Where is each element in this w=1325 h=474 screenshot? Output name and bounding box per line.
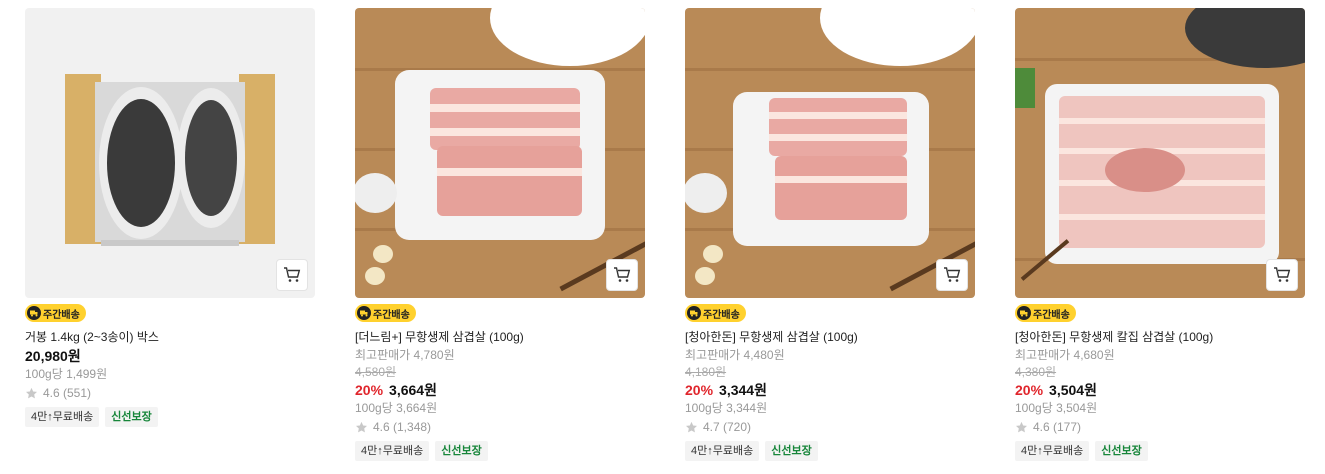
star-icon (26, 387, 37, 398)
weekly-delivery-badge: 주간배송 (685, 304, 746, 322)
product-name[interactable]: 거봉 1.4kg (2~3송이) 박스 (25, 329, 315, 345)
discount-rate: 20% (355, 382, 384, 398)
badge-label: 주간배송 (1033, 309, 1070, 321)
cart-icon (1274, 267, 1291, 282)
highest-price: 최고판매가 4,680원 (1015, 348, 1115, 362)
product-name[interactable]: [청아한돈] 무항생제 삼겹살 (100g) (685, 329, 975, 345)
unit-price: 100g당 3,504원 (1015, 401, 1098, 415)
product-image[interactable] (685, 8, 975, 298)
add-to-cart-button[interactable] (1266, 259, 1298, 291)
free-shipping-tag: 4만↑무료배송 (685, 441, 760, 461)
sale-price: 3,504원 (1049, 382, 1097, 398)
original-price: 4,380원 (1015, 365, 1057, 379)
fresh-guarantee-tag: 신선보장 (105, 407, 158, 427)
weekly-delivery-badge: 주간배송 (1015, 304, 1076, 322)
rating: 4.6 (1,348) (355, 418, 645, 436)
product-card[interactable]: 주간배송 [더느림+] 무항생제 삼겹살 (100g) 최고판매가 4,780원… (355, 8, 645, 461)
truck-icon (687, 306, 701, 320)
rating-value: 4.7 (720) (703, 420, 752, 434)
original-price: 4,580원 (355, 365, 397, 379)
free-shipping-tag: 4만↑무료배송 (25, 407, 100, 427)
scored-pork-belly-image (1015, 8, 1305, 298)
discount-rate: 20% (1015, 382, 1044, 398)
badge-label: 주간배송 (373, 309, 410, 321)
product-card[interactable]: 주간배송 [청아한돈] 무항생제 삼겹살 (100g) 최고판매가 4,480원… (685, 8, 975, 461)
product-name[interactable]: [더느림+] 무항생제 삼겹살 (100g) (355, 329, 645, 345)
weekly-delivery-badge: 주간배송 (355, 304, 416, 322)
product-image[interactable] (355, 8, 645, 298)
fresh-guarantee-tag: 신선보장 (435, 441, 488, 461)
highest-price: 최고판매가 4,780원 (355, 348, 455, 362)
add-to-cart-button[interactable] (276, 259, 308, 291)
product-grid: 주간배송 거봉 1.4kg (2~3송이) 박스 20,980원 100g당 1… (25, 8, 1315, 468)
star-icon (1016, 421, 1027, 432)
truck-icon (1017, 306, 1031, 320)
badge-label: 주간배송 (703, 309, 740, 321)
fresh-guarantee-tag: 신선보장 (765, 441, 818, 461)
star-icon (686, 421, 697, 432)
cart-icon (944, 267, 961, 282)
product-card[interactable]: 주간배송 거봉 1.4kg (2~3송이) 박스 20,980원 100g당 1… (25, 8, 315, 427)
product-image[interactable] (1015, 8, 1305, 298)
sale-price: 3,344원 (719, 382, 767, 398)
rating: 4.6 (177) (1015, 418, 1305, 436)
fresh-guarantee-tag: 신선보장 (1095, 441, 1148, 461)
pork-belly-image (685, 8, 975, 298)
product-card[interactable]: 주간배송 [청아한돈] 무항생제 칼집 삼겹살 (100g) 최고판매가 4,6… (1015, 8, 1305, 461)
rating: 4.7 (720) (685, 418, 975, 436)
product-image[interactable] (25, 8, 315, 298)
discount-rate: 20% (685, 382, 714, 398)
original-price: 4,180원 (685, 365, 727, 379)
badge-label: 주간배송 (43, 309, 80, 321)
add-to-cart-button[interactable] (936, 259, 968, 291)
product-name[interactable]: [청아한돈] 무항생제 칼집 삼겹살 (100g) (1015, 329, 1305, 345)
star-icon (356, 421, 367, 432)
grape-box-image (25, 8, 315, 298)
sale-price: 20,980원 (25, 348, 81, 364)
pork-belly-image (355, 8, 645, 298)
weekly-delivery-badge: 주간배송 (25, 304, 86, 322)
cart-icon (284, 267, 301, 282)
add-to-cart-button[interactable] (606, 259, 638, 291)
free-shipping-tag: 4만↑무료배송 (355, 441, 430, 461)
unit-price: 100g당 3,664원 (355, 401, 438, 415)
rating: 4.6 (551) (25, 384, 315, 402)
sale-price: 3,664원 (389, 382, 437, 398)
cart-icon (614, 267, 631, 282)
truck-icon (357, 306, 371, 320)
unit-price: 100g당 1,499원 (25, 367, 108, 381)
unit-price: 100g당 3,344원 (685, 401, 768, 415)
rating-value: 4.6 (1,348) (373, 420, 432, 434)
free-shipping-tag: 4만↑무료배송 (1015, 441, 1090, 461)
highest-price: 최고판매가 4,480원 (685, 348, 785, 362)
rating-value: 4.6 (177) (1033, 420, 1082, 434)
rating-value: 4.6 (551) (43, 386, 92, 400)
truck-icon (27, 306, 41, 320)
